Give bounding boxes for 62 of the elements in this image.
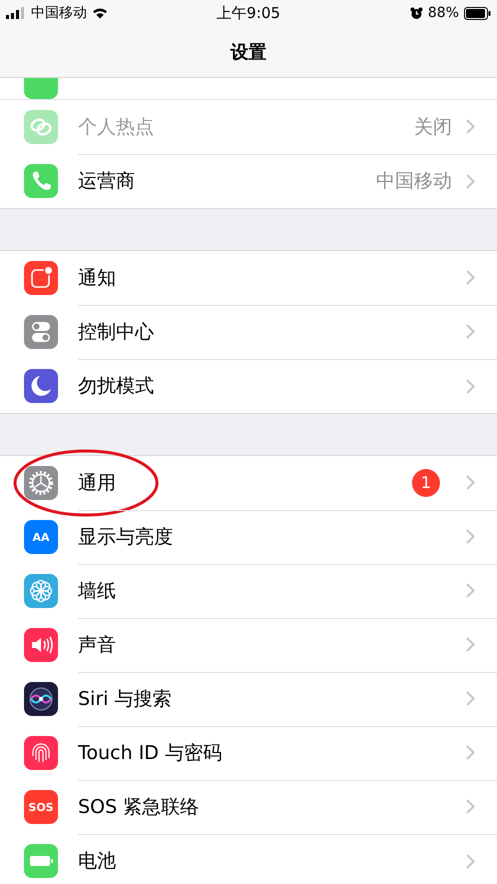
gear-icon <box>24 466 58 500</box>
settings-row[interactable]: 声音 <box>0 618 497 672</box>
row-value: 中国移动 <box>376 169 452 194</box>
row-label: Siri 与搜索 <box>78 686 172 712</box>
chevron-icon <box>466 475 475 490</box>
settings-row[interactable]: SOS SOS 紧急联络 <box>0 780 497 834</box>
notifications-icon <box>24 261 58 295</box>
settings-row[interactable]: 通知 <box>0 251 497 305</box>
chevron-icon <box>466 637 475 652</box>
chevron-icon <box>466 583 475 598</box>
chevron-icon <box>466 854 475 868</box>
phone-icon <box>24 164 58 198</box>
row-label: 通知 <box>78 266 116 290</box>
chevron-icon <box>466 270 475 285</box>
speaker-icon <box>24 628 58 662</box>
settings-row[interactable]: Touch ID 与密码 <box>0 726 497 780</box>
chevron-icon <box>466 119 475 134</box>
chevron-icon <box>466 324 475 339</box>
chevron-icon <box>466 745 475 760</box>
battery-percent: 88% <box>428 5 459 21</box>
row-label: 显示与亮度 <box>78 524 173 550</box>
row-label: 电池 <box>78 849 116 874</box>
battery-icon <box>464 6 491 20</box>
signal-icon <box>6 7 26 19</box>
battery-icon <box>24 844 58 878</box>
row-label: 墙纸 <box>78 578 116 604</box>
control-icon <box>24 315 58 349</box>
chevron-icon <box>466 174 475 188</box>
notification-badge: 1 <box>412 468 440 496</box>
page-title: 设置 <box>230 40 266 64</box>
row-label: 控制中心 <box>78 320 154 344</box>
row-label: Touch ID 与密码 <box>78 740 222 766</box>
flower-icon <box>24 574 58 608</box>
status-time: 上午9:05 <box>216 4 280 22</box>
wifi-icon <box>92 7 108 19</box>
settings-row[interactable]: 控制中心 <box>0 305 497 359</box>
settings-row[interactable]: 通用 1 <box>0 456 497 510</box>
settings-row[interactable]: AA 显示与亮度 <box>0 510 497 564</box>
carrier-name: 中国移动 <box>31 4 87 22</box>
row-label: SOS 紧急联络 <box>78 794 200 820</box>
alarm-icon <box>410 6 423 20</box>
chevron-icon <box>466 691 475 706</box>
row-label: 运营商 <box>78 169 135 194</box>
chevron-icon <box>466 529 475 544</box>
hotspot-icon <box>24 110 58 144</box>
settings-row[interactable]: 墙纸 <box>0 564 497 618</box>
app-icon: AA <box>24 520 58 554</box>
row-label: 通用 <box>78 470 116 496</box>
siri-icon <box>24 682 58 716</box>
chevron-icon <box>466 799 475 814</box>
row-value: 关闭 <box>414 114 452 140</box>
settings-row[interactable]: 电池 <box>0 834 497 884</box>
row-label: 个人热点 <box>78 114 154 140</box>
app-icon: SOS <box>24 790 58 824</box>
settings-row[interactable]: 勿扰模式 <box>0 359 497 413</box>
settings-row[interactable]: Siri 与搜索 <box>0 672 497 726</box>
row-label: 勿扰模式 <box>78 374 154 399</box>
row-label: 声音 <box>78 632 116 658</box>
chevron-icon <box>466 378 475 394</box>
moon-icon <box>24 369 58 403</box>
settings-row[interactable]: 运营商 中国移动 <box>0 154 497 208</box>
fingerprint-icon <box>24 736 58 770</box>
